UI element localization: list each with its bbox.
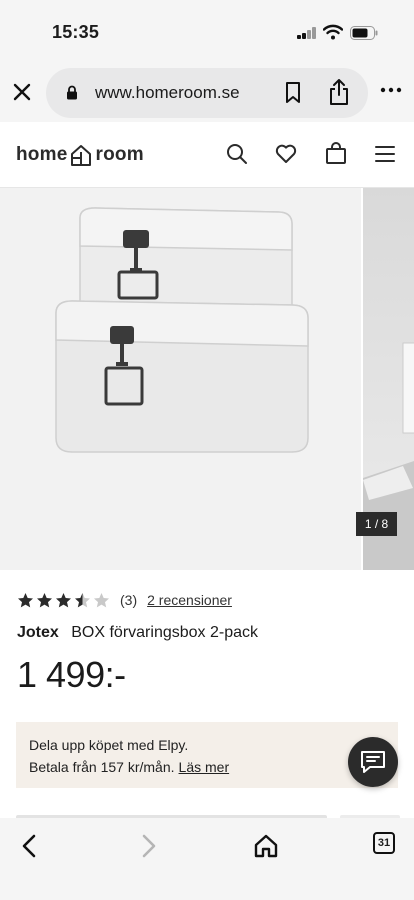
chat-icon [361,751,385,773]
payment-info-box: Dela upp köpet med Elpy. Betala från 157… [16,722,398,788]
house-icon [71,145,92,166]
star-icon [94,592,109,607]
battery-icon [350,26,378,40]
status-time: 15:35 [52,22,100,42]
wifi-icon [323,24,343,40]
back-icon[interactable] [16,832,44,860]
share-icon[interactable] [328,78,350,106]
site-header: home room [0,122,414,188]
menu-icon[interactable] [373,142,397,166]
star-icon [75,592,90,607]
url-text: www.homeroom.se [95,83,240,102]
image-counter: 1 / 8 [356,512,397,536]
product-brand[interactable]: Jotex [17,624,59,641]
lock-icon [67,85,77,100]
url-field[interactable]: www.homeroom.se [46,68,368,118]
reviews-link[interactable]: 2 recensioner [147,592,232,608]
product-title: Jotex BOX förvaringsbox 2-pack [17,624,258,642]
heart-icon[interactable] [274,142,298,166]
payment-line-2: Betala från 157 kr/mån. Läs mer [29,759,229,775]
home-icon[interactable] [252,832,280,860]
product-gallery[interactable]: 1 / 8 [0,188,414,570]
rating-row: (3) 2 recensioner [17,590,232,610]
product-price: 1 499:- [17,654,126,695]
signal-icon [297,27,317,39]
status-bar: 15:35 [0,0,414,64]
forward-icon[interactable] [134,832,162,860]
browser-toolbar: 31 [0,818,414,900]
search-icon[interactable] [225,142,249,166]
bag-icon[interactable] [324,142,348,166]
read-more-link[interactable]: Läs mer [179,759,230,775]
payment-line-2-text: Betala från 157 kr/mån. [29,759,175,775]
close-icon[interactable] [10,80,34,104]
browser-address-bar: www.homeroom.se [0,64,414,122]
payment-line-1: Dela upp köpet med Elpy. [29,737,189,753]
product-image[interactable] [0,188,361,570]
chat-button[interactable] [348,737,398,787]
site-logo[interactable]: home room [16,143,144,167]
more-icon[interactable] [380,86,402,94]
star-icon [18,592,33,607]
tabs-icon[interactable]: 31 [373,832,395,854]
star-icon [56,592,71,607]
bookmark-icon[interactable] [284,81,302,105]
star-rating [17,592,110,609]
star-icon [37,592,52,607]
logo-text-room: room [95,144,144,165]
logo-text-home: home [16,144,68,165]
storage-boxes-image [55,207,309,453]
product-name: BOX förvaringsbox 2-pack [71,624,258,641]
review-count: (3) [120,592,138,608]
